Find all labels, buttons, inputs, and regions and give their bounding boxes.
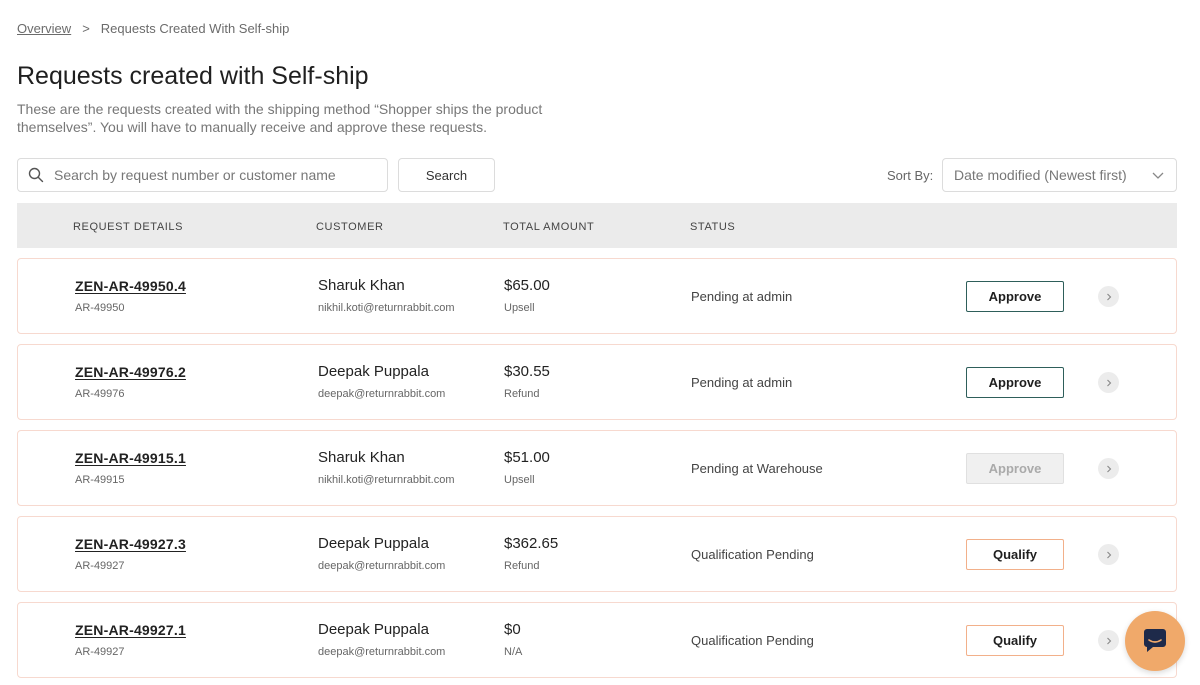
customer-email: nikhil.koti@returnrabbit.com [318,302,455,314]
table-row[interactable]: ZEN-AR-49950.4 AR-49950 Sharuk Khan nikh… [17,258,1177,334]
search-icon [28,167,44,183]
request-id-link[interactable]: ZEN-AR-49915.1 [75,450,186,466]
request-id-link[interactable]: ZEN-AR-49976.2 [75,364,186,380]
table-row[interactable]: ZEN-AR-49976.2 AR-49976 Deepak Puppala d… [17,344,1177,420]
approve-button[interactable]: Approve [966,367,1064,398]
row-expand-button[interactable] [1098,372,1119,393]
sort-select[interactable]: Date modified (Newest first) [942,158,1177,192]
status-text: Pending at Warehouse [691,461,823,476]
approve-button-disabled: Approve [966,453,1064,484]
customer-name: Deepak Puppala [318,363,429,380]
qualify-button[interactable]: Qualify [966,625,1064,656]
breadcrumb-current: Requests Created With Self-ship [100,21,290,36]
total-amount: $0 [504,621,521,638]
header-total-amount: TOTAL AMOUNT [503,221,595,233]
chat-button[interactable] [1125,611,1185,671]
request-sub-id: AR-49927 [75,646,125,658]
request-sub-id: AR-49976 [75,388,125,400]
amount-type: Refund [504,560,540,572]
customer-name: Deepak Puppala [318,535,429,552]
page-title: Requests created with Self-ship [17,62,369,90]
header-status: STATUS [690,221,736,233]
chat-bubble-icon [1144,629,1166,652]
amount-type: N/A [504,646,523,658]
table-row[interactable]: ZEN-AR-49927.3 AR-49927 Deepak Puppala d… [17,516,1177,592]
request-id-link[interactable]: ZEN-AR-49950.4 [75,278,186,294]
customer-email: deepak@returnrabbit.com [318,560,446,572]
total-amount: $51.00 [504,449,550,466]
request-sub-id: AR-49927 [75,560,125,572]
request-sub-id: AR-49915 [75,474,125,486]
search-button[interactable]: Search [398,158,495,192]
request-id-link[interactable]: ZEN-AR-49927.1 [75,622,186,638]
search-input[interactable] [54,167,374,183]
request-id-link[interactable]: ZEN-AR-49927.3 [75,536,186,552]
amount-type: Refund [504,388,540,400]
total-amount: $30.55 [504,363,550,380]
status-text: Qualification Pending [691,633,814,648]
customer-email: deepak@returnrabbit.com [318,646,446,658]
chevron-right-icon [1106,293,1111,300]
row-expand-button[interactable] [1098,544,1119,565]
row-expand-button[interactable] [1098,630,1119,651]
breadcrumb-separator: > [82,21,90,36]
amount-type: Upsell [504,474,535,486]
customer-name: Deepak Puppala [318,621,429,638]
status-text: Pending at admin [691,375,793,390]
approve-button[interactable]: Approve [966,281,1064,312]
table-row[interactable]: ZEN-AR-49927.1 AR-49927 Deepak Puppala d… [17,602,1177,678]
sort-label: Sort By: [887,168,934,183]
breadcrumb-overview-link[interactable]: Overview [17,21,71,36]
page-description: These are the requests created with the … [17,101,543,135]
total-amount: $362.65 [504,535,559,552]
customer-name: Sharuk Khan [318,449,405,466]
customer-email: nikhil.koti@returnrabbit.com [318,474,455,486]
table-row[interactable]: ZEN-AR-49915.1 AR-49915 Sharuk Khan nikh… [17,430,1177,506]
table-header: REQUEST DETAILS CUSTOMER TOTAL AMOUNT ST… [17,203,1177,248]
sort-selected-value: Date modified (Newest first) [954,167,1127,183]
request-sub-id: AR-49950 [75,302,125,314]
chevron-right-icon [1106,637,1111,644]
breadcrumb: Overview > Requests Created With Self-sh… [17,21,289,36]
header-customer: CUSTOMER [316,221,384,233]
status-text: Pending at admin [691,289,793,304]
status-text: Qualification Pending [691,547,814,562]
row-expand-button[interactable] [1098,458,1119,479]
amount-type: Upsell [504,302,535,314]
customer-email: deepak@returnrabbit.com [318,388,446,400]
header-request-details: REQUEST DETAILS [73,221,184,233]
qualify-button[interactable]: Qualify [966,539,1064,570]
search-box[interactable] [17,158,388,192]
chevron-right-icon [1106,379,1111,386]
customer-name: Sharuk Khan [318,277,405,294]
row-expand-button[interactable] [1098,286,1119,307]
chevron-down-icon [1152,172,1164,179]
chevron-right-icon [1106,465,1111,472]
total-amount: $65.00 [504,277,550,294]
chevron-right-icon [1106,551,1111,558]
